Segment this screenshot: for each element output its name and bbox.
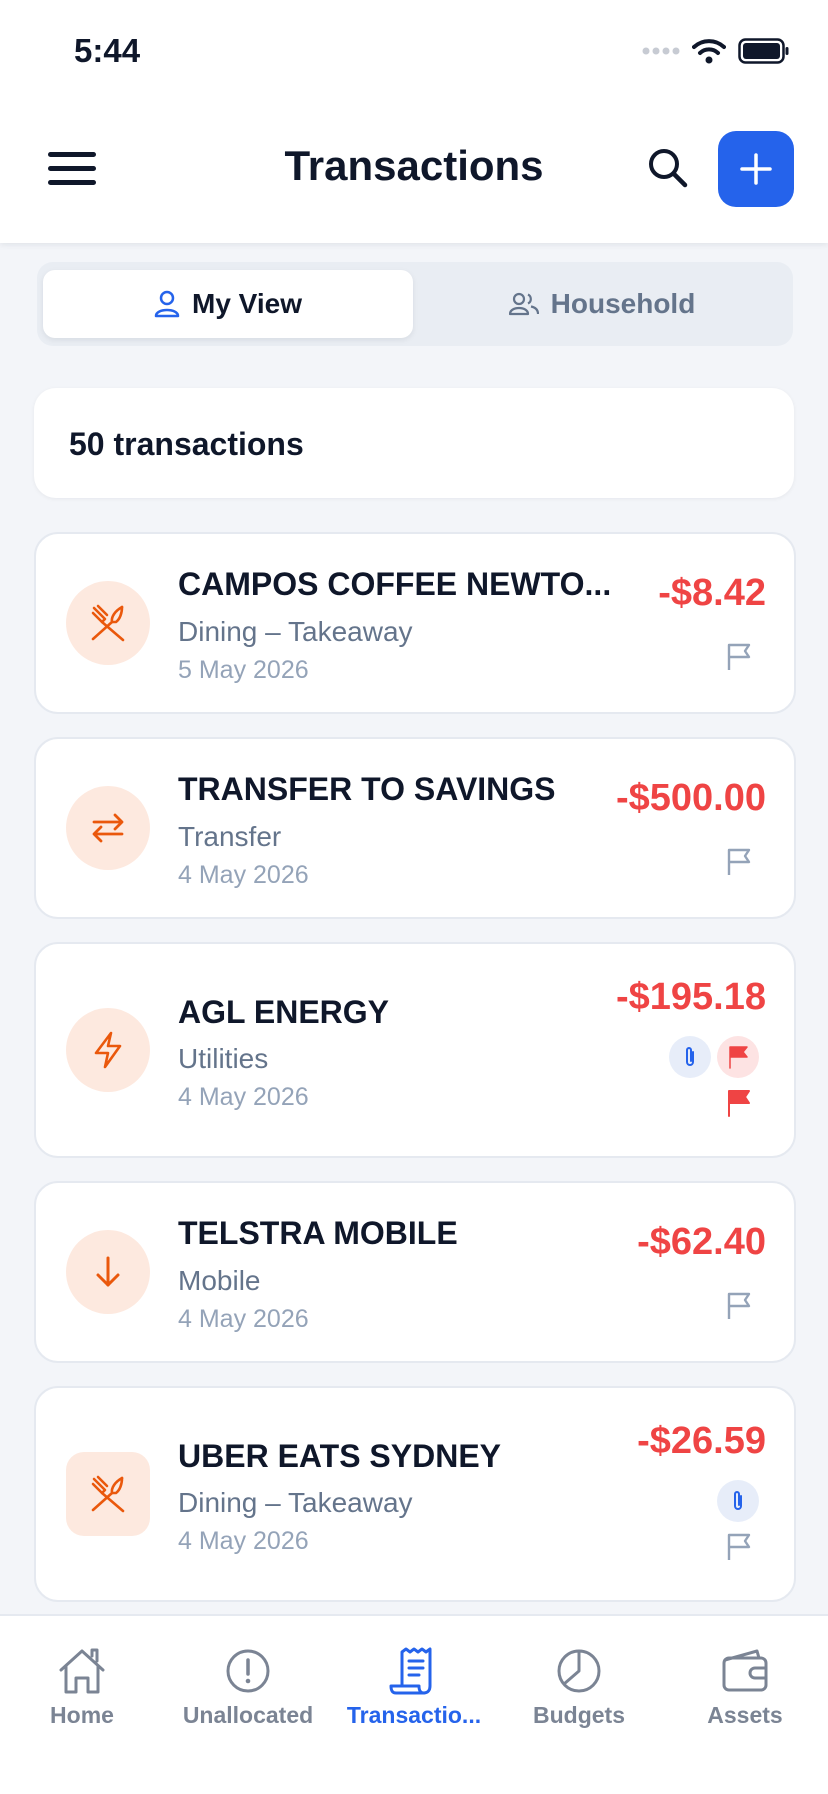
search-icon	[649, 149, 688, 188]
alert-circle-icon	[226, 1649, 270, 1693]
plus-icon	[740, 153, 772, 185]
transaction-amount: -$26.59	[637, 1420, 766, 1462]
tab-label: Assets	[707, 1702, 783, 1728]
person-icon	[154, 290, 180, 318]
transaction-date: 4 May 2026	[178, 861, 309, 889]
transaction-icon	[66, 1230, 150, 1314]
transaction-date: 5 May 2026	[178, 656, 309, 684]
people-icon	[508, 292, 539, 316]
paperclip-icon	[686, 1047, 694, 1066]
tab-home[interactable]: Home	[2, 1646, 162, 1729]
tab-label: Unallocated	[182, 1702, 314, 1728]
transaction-icon	[66, 786, 150, 870]
view-toggle: My View Household	[37, 262, 793, 346]
transaction-date: 4 May 2026	[178, 1083, 309, 1111]
flag-outline-icon[interactable]	[724, 1291, 754, 1321]
flag-filled-icon[interactable]	[724, 1088, 754, 1118]
status-time: 5:44	[74, 32, 141, 69]
flag-badge[interactable]	[717, 1036, 759, 1078]
tab-budgets[interactable]: Budgets	[499, 1646, 659, 1729]
paperclip-icon	[734, 1491, 742, 1510]
transaction-card[interactable]: TRANSFER TO SAVINGS Transfer 4 May 2026 …	[34, 737, 796, 919]
fork-knife-icon	[91, 1475, 125, 1513]
transaction-date: 4 May 2026	[178, 1527, 309, 1555]
transaction-amount: -$62.40	[637, 1221, 766, 1263]
menu-line	[48, 152, 96, 157]
transfer-arrows-icon	[92, 813, 124, 843]
attachment-badge[interactable]	[669, 1036, 711, 1078]
household-tab[interactable]: Household	[417, 270, 787, 338]
lightning-icon	[94, 1031, 122, 1069]
transaction-amount: -$500.00	[615, 777, 766, 819]
transaction-category: Mobile	[178, 1265, 261, 1296]
menu-line	[48, 166, 96, 171]
pie-chart-icon	[557, 1649, 601, 1693]
transaction-category: Dining – Takeaway	[178, 1487, 413, 1518]
menu-button[interactable]	[48, 152, 96, 188]
transaction-amount: -$8.42	[658, 572, 766, 614]
transaction-icon	[66, 1452, 150, 1536]
tab-assets[interactable]: Assets	[665, 1646, 825, 1729]
wifi-icon	[692, 39, 726, 64]
transaction-name: CAMPOS COFFEE NEWTO...	[178, 566, 612, 602]
transaction-category: Dining – Takeaway	[178, 616, 413, 647]
transaction-card[interactable]: AGL ENERGY Utilities 4 May 2026 -$195.18	[34, 942, 796, 1158]
transaction-count: 50 transactions	[69, 426, 304, 462]
top-bar: 5:44 Transactions	[0, 0, 828, 243]
tab-transactions[interactable]: Transactio...	[334, 1646, 494, 1729]
search-button[interactable]	[646, 146, 690, 190]
transaction-category: Transfer	[178, 821, 282, 852]
transaction-date: 4 May 2026	[178, 1305, 309, 1333]
bottom-tab-bar: Home Unallocated Transactio... Budgets A…	[0, 1614, 828, 1794]
page-title: Transactions	[284, 142, 544, 189]
status-icons	[642, 38, 790, 64]
wallet-icon	[722, 1649, 768, 1692]
signal-icon	[642, 47, 680, 55]
attachment-badge[interactable]	[717, 1480, 759, 1522]
menu-line	[48, 180, 96, 185]
tab-label: Budgets	[533, 1702, 625, 1728]
fork-knife-icon	[91, 604, 125, 642]
battery-icon	[738, 38, 789, 64]
my-view-label: My View	[192, 288, 302, 319]
transaction-card[interactable]: CAMPOS COFFEE NEWTO... Dining – Takeaway…	[34, 532, 796, 714]
my-view-tab[interactable]: My View	[43, 270, 413, 338]
flag-outline-icon[interactable]	[724, 1532, 754, 1562]
flag-outline-icon[interactable]	[724, 847, 754, 877]
transaction-name: TRANSFER TO SAVINGS	[178, 771, 556, 807]
tab-unallocated[interactable]: Unallocated	[168, 1646, 328, 1729]
arrow-down-icon	[96, 1256, 120, 1287]
transaction-name: AGL ENERGY	[178, 994, 389, 1030]
tab-label: Home	[50, 1702, 114, 1728]
transaction-icon	[66, 581, 150, 665]
transaction-card[interactable]: UBER EATS SYDNEY Dining – Takeaway 4 May…	[34, 1386, 796, 1602]
transaction-category: Utilities	[178, 1043, 269, 1074]
flag-filled-icon	[729, 1046, 748, 1069]
household-label: Household	[550, 288, 696, 319]
transaction-count-card: 50 transactions	[34, 388, 794, 498]
transaction-amount: -$195.18	[615, 976, 766, 1018]
receipt-icon	[389, 1647, 432, 1695]
home-icon	[59, 1648, 105, 1694]
transaction-name: UBER EATS SYDNEY	[178, 1438, 502, 1474]
transaction-name: TELSTRA MOBILE	[178, 1215, 458, 1251]
flag-outline-icon[interactable]	[724, 642, 754, 672]
add-transaction-button[interactable]	[718, 131, 794, 207]
tab-label: Transactio...	[346, 1702, 482, 1728]
transaction-icon	[66, 1008, 150, 1092]
transaction-card[interactable]: TELSTRA MOBILE Mobile 4 May 2026 -$62.40	[34, 1181, 796, 1363]
